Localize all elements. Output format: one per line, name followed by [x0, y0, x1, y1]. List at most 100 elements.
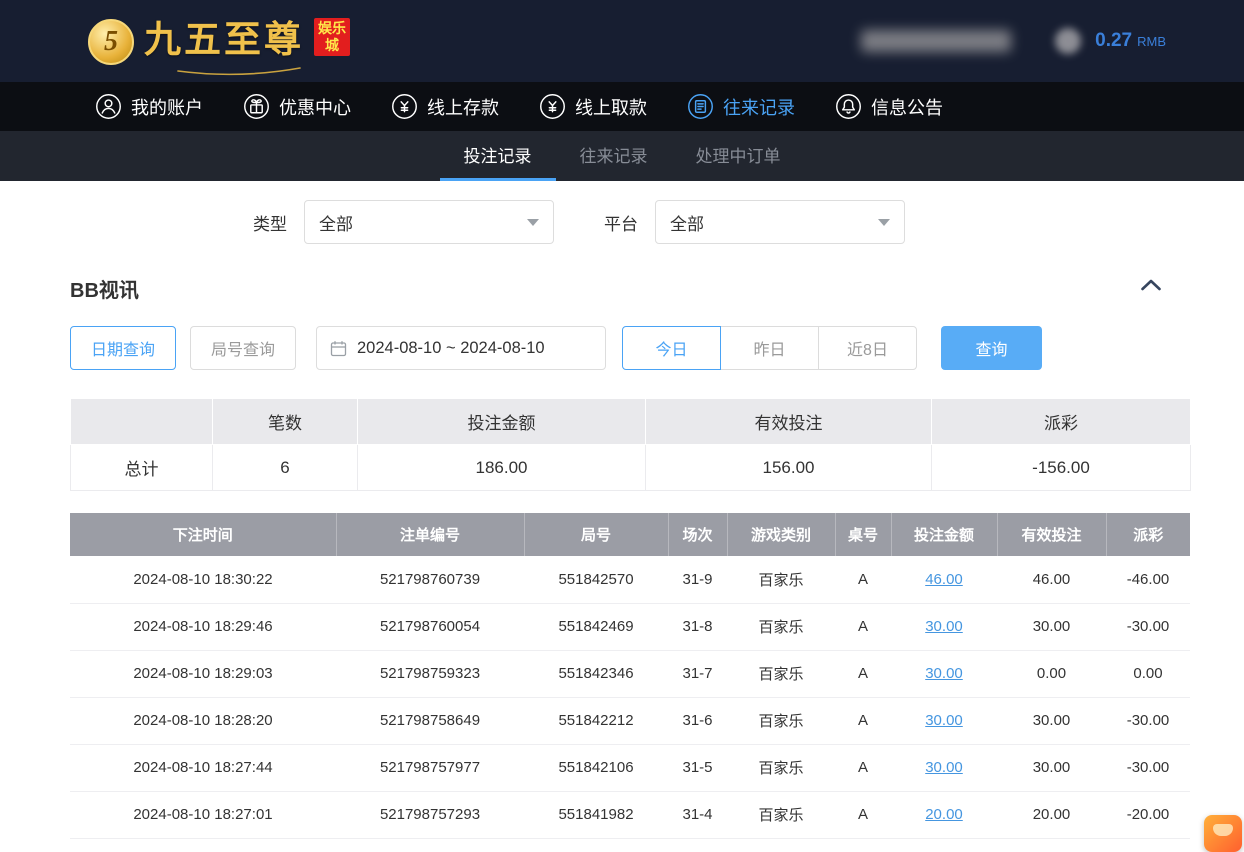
order-id: 521798758649	[336, 697, 524, 744]
nav-item-promotions[interactable]: 优惠中心	[243, 93, 351, 120]
order-id: 521798757293	[336, 791, 524, 838]
logo-title: 九五至尊	[144, 20, 304, 61]
round-query-label: 局号查询	[211, 336, 275, 360]
tab-pending-orders[interactable]: 处理中订单	[672, 131, 805, 181]
nav-item-deposit[interactable]: 线上存款	[391, 93, 499, 120]
round-id: 551842106	[524, 744, 668, 791]
round-query-button[interactable]: 局号查询	[190, 326, 296, 370]
bet-time: 2024-08-10 18:29:03	[70, 650, 336, 697]
session: 31-7	[668, 650, 727, 697]
yesterday-button[interactable]: 昨日	[720, 326, 819, 370]
table-row: 2024-08-10 18:29:03 521798759323 5518423…	[70, 650, 1190, 697]
platform-filter-group: 平台 全部	[604, 200, 905, 244]
detail-header-row: 下注时间 注单编号 局号 场次 游戏类别 桌号 投注金额 有效投注 派彩	[70, 513, 1190, 556]
bet-records-table: 下注时间 注单编号 局号 场次 游戏类别 桌号 投注金额 有效投注 派彩 202…	[70, 513, 1190, 839]
session: 31-8	[668, 603, 727, 650]
game-type: 百家乐	[727, 603, 835, 650]
game-type: 百家乐	[727, 744, 835, 791]
date-query-label: 日期查询	[91, 336, 155, 360]
type-select[interactable]: 全部	[304, 200, 554, 244]
bet-amount-link[interactable]: 30.00	[925, 618, 963, 635]
bet-time: 2024-08-10 18:29:46	[70, 603, 336, 650]
summary-total-row: 总计 6 186.00 156.00 -156.00	[71, 445, 1191, 491]
bell-icon	[835, 93, 862, 120]
payout: -30.00	[1106, 697, 1190, 744]
type-select-value: 全部	[319, 210, 353, 235]
summary-total-payout: -156.00	[932, 445, 1191, 491]
nav-item-withdraw[interactable]: 线上取款	[539, 93, 647, 120]
tab-transaction-records[interactable]: 往来记录	[556, 131, 672, 181]
platform-select[interactable]: 全部	[655, 200, 905, 244]
table-row: 2024-08-10 18:27:44 521798757977 5518421…	[70, 744, 1190, 791]
filter-bar: 类型 全部 平台 全部	[253, 200, 1244, 244]
bet-amount-link[interactable]: 30.00	[925, 665, 963, 682]
table-code: A	[835, 791, 891, 838]
logo-flourish-icon	[174, 65, 304, 77]
col-bet-amount: 投注金额	[891, 513, 997, 556]
nav-item-announcements[interactable]: 信息公告	[835, 93, 943, 120]
valid-bet: 30.00	[997, 697, 1106, 744]
table-code: A	[835, 603, 891, 650]
bet-amount-link[interactable]: 20.00	[925, 806, 963, 823]
col-payout: 派彩	[1106, 513, 1190, 556]
tab-bet-records[interactable]: 投注记录	[440, 131, 556, 181]
session: 31-9	[668, 556, 727, 603]
user-icon	[95, 93, 122, 120]
game-type: 百家乐	[727, 556, 835, 603]
bet-amount-link[interactable]: 30.00	[925, 712, 963, 729]
today-label: 今日	[655, 336, 687, 360]
platform-filter-label: 平台	[604, 210, 638, 235]
payout: -46.00	[1106, 556, 1190, 603]
balance-currency: RMB	[1137, 34, 1166, 49]
today-button[interactable]: 今日	[622, 326, 721, 370]
session: 31-6	[668, 697, 727, 744]
date-query-button[interactable]: 日期查询	[70, 326, 176, 370]
table-code: A	[835, 650, 891, 697]
game-type: 百家乐	[727, 791, 835, 838]
nav-item-label: 信息公告	[871, 94, 943, 120]
table-row: 2024-08-10 18:28:20 521798758649 5518422…	[70, 697, 1190, 744]
table-code: A	[835, 697, 891, 744]
calendar-icon	[330, 340, 347, 357]
chevron-down-icon	[527, 219, 539, 226]
account-area: 0.27 RMB	[861, 28, 1166, 54]
platform-select-value: 全部	[670, 210, 704, 235]
tab-label: 处理中订单	[696, 142, 781, 167]
bet-time: 2024-08-10 18:28:20	[70, 697, 336, 744]
valid-bet: 0.00	[997, 650, 1106, 697]
nav-item-my-account[interactable]: 我的账户	[95, 93, 203, 120]
nav-item-label: 优惠中心	[279, 94, 351, 120]
col-table: 桌号	[835, 513, 891, 556]
balance-amount: 0.27	[1095, 30, 1132, 52]
table-row: 2024-08-10 18:30:22 521798760739 5518425…	[70, 556, 1190, 603]
tab-label: 往来记录	[580, 142, 648, 167]
search-button[interactable]: 查询	[941, 326, 1042, 370]
type-filter-label: 类型	[253, 210, 287, 235]
date-range-input[interactable]: 2024-08-10 ~ 2024-08-10	[316, 326, 606, 370]
bet-amount-link[interactable]: 46.00	[925, 571, 963, 588]
payout: -30.00	[1106, 603, 1190, 650]
chevron-up-icon[interactable]	[1140, 278, 1162, 291]
col-game-type: 游戏类别	[727, 513, 835, 556]
col-session: 场次	[668, 513, 727, 556]
bet-amount-link[interactable]: 30.00	[925, 759, 963, 776]
payout: -20.00	[1106, 791, 1190, 838]
gift-icon	[243, 93, 270, 120]
summary-total-label: 总计	[71, 445, 213, 491]
valid-bet: 20.00	[997, 791, 1106, 838]
nav-item-transaction-records[interactable]: 往来记录	[687, 93, 795, 120]
floating-promo-icon[interactable]	[1204, 815, 1242, 852]
logo-badge: 娱乐城	[314, 18, 350, 56]
yesterday-label: 昨日	[753, 336, 785, 360]
balance-coin-icon	[1055, 28, 1081, 54]
bet-time: 2024-08-10 18:30:22	[70, 556, 336, 603]
withdraw-coin-icon	[539, 93, 566, 120]
col-round-id: 局号	[524, 513, 668, 556]
order-id: 521798757977	[336, 744, 524, 791]
record-icon	[687, 93, 714, 120]
summary-header-count: 笔数	[213, 399, 358, 445]
summary-table: 笔数 投注金额 有效投注 派彩 总计 6 186.00 156.00 -156.…	[70, 398, 1191, 491]
last8days-button[interactable]: 近8日	[818, 326, 917, 370]
site-logo[interactable]: 5 九五至尊 娱乐城	[88, 15, 350, 67]
summary-header-row: 笔数 投注金额 有效投注 派彩	[71, 399, 1191, 445]
